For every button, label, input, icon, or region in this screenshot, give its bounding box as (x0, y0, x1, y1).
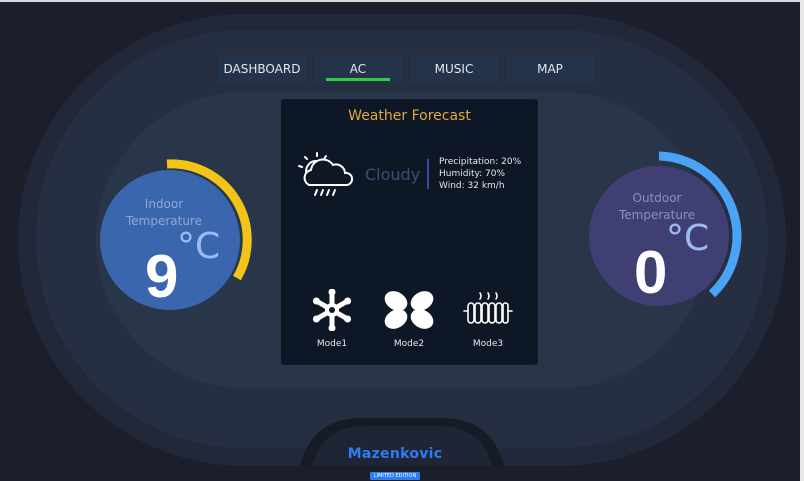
weather-title: Weather Forecast (348, 108, 471, 124)
brand-logo: Mazenkovic LIMITED EDITION (340, 446, 450, 481)
weather-panel: Weather Forecast Cloudy Precipitation: 2… (281, 99, 538, 365)
mode2-label: Mode2 (393, 339, 425, 349)
fan-icon (384, 291, 434, 329)
cloudy-sun-rain-icon (295, 151, 357, 203)
precipitation-text: Precipitation: 20% (439, 157, 522, 167)
mode3-label: Mode3 (472, 339, 504, 349)
indoor-unit-label: °C (177, 226, 221, 267)
mode1-button[interactable]: Mode1 (297, 289, 367, 349)
tab-music[interactable]: MUSIC (410, 55, 498, 83)
humidity-text: Humidity: 70% (439, 169, 506, 179)
mode2-button[interactable]: Mode2 (374, 289, 444, 349)
mode3-button[interactable]: Mode3 (453, 289, 523, 349)
limited-edition-badge: LIMITED EDITION (369, 472, 421, 480)
outdoor-gauge-title: Outdoor Temperature (618, 191, 695, 222)
weather-divider (427, 159, 429, 189)
indoor-temperature-value: 9 (145, 243, 179, 310)
tab-map[interactable]: MAP (506, 55, 594, 83)
mode1-label: Mode1 (316, 339, 348, 349)
outdoor-temperature-value: 0 (634, 239, 668, 306)
brand-name: Mazenkovic (347, 446, 443, 462)
indoor-temperature-gauge: Indoor Temperature °C 9 (87, 152, 257, 322)
indoor-gauge-title: Indoor Temperature (125, 197, 202, 228)
heater-icon (463, 292, 513, 324)
tab-ac[interactable]: AC (314, 55, 402, 83)
weather-condition: Cloudy (365, 165, 421, 184)
outdoor-unit-label: °C (666, 218, 710, 259)
top-nav: DASHBOARD AC MUSIC MAP (218, 55, 594, 83)
tab-dashboard[interactable]: DASHBOARD (218, 55, 306, 83)
snowflake-icon (312, 289, 352, 331)
outdoor-temperature-gauge: Outdoor Temperature °C 0 (582, 148, 752, 318)
weather-details: Precipitation: 20% Humidity: 70% Wind: 3… (439, 156, 521, 192)
wind-text: Wind: 32 km/h (439, 181, 505, 191)
